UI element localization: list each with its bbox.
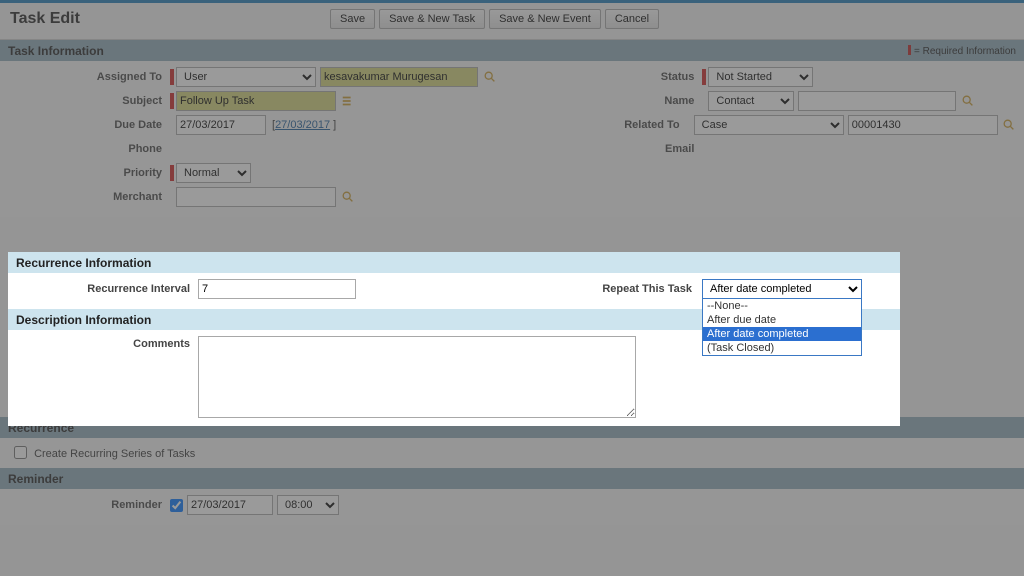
recurrence-interval-input[interactable] — [198, 279, 356, 299]
create-series-label[interactable]: Create Recurring Series of Tasks — [14, 448, 195, 460]
label-recurrence-interval: Recurrence Interval — [16, 283, 198, 295]
section-recurrence-information: Recurrence Information — [8, 252, 900, 273]
repeat-this-task-select[interactable]: After date completed — [702, 279, 862, 299]
required-note: = Required Information — [908, 45, 1016, 57]
label-status: Status — [562, 71, 702, 83]
assigned-to-input[interactable] — [320, 67, 478, 87]
repeat-option-after-completed[interactable]: After date completed — [703, 327, 861, 341]
label-priority: Priority — [8, 167, 170, 179]
label-due-date: Due Date — [8, 119, 170, 131]
lookup-icon[interactable] — [482, 69, 498, 85]
section-title-description-info: Description Information — [16, 313, 151, 327]
priority-select[interactable]: Normal — [176, 163, 251, 183]
save-button[interactable]: Save — [330, 9, 375, 29]
status-select[interactable]: Not Started — [708, 67, 813, 87]
create-series-checkbox[interactable] — [14, 446, 27, 459]
section-title-recurrence-info: Recurrence Information — [16, 256, 151, 270]
comments-textarea[interactable] — [198, 336, 636, 418]
section-title-task-info: Task Information — [8, 44, 104, 58]
save-new-event-button[interactable]: Save & New Event — [489, 9, 601, 29]
reminder-date-input[interactable] — [187, 495, 273, 515]
section-task-information: Task Information = Required Information — [0, 40, 1024, 61]
label-subject: Subject — [8, 95, 170, 107]
label-related-to: Related To — [562, 119, 687, 131]
lookup-icon[interactable] — [1002, 117, 1016, 133]
page-title: Task Edit — [10, 10, 330, 28]
lookup-icon[interactable] — [340, 189, 356, 205]
repeat-option-none[interactable]: --None-- — [703, 299, 861, 313]
repeat-options-dropdown[interactable]: --None-- After due date After date compl… — [702, 298, 862, 356]
related-type-select[interactable]: Case — [694, 115, 844, 135]
related-to-input[interactable] — [848, 115, 998, 135]
due-date-link[interactable]: 27/03/2017 — [275, 119, 330, 131]
assigned-type-select[interactable]: User — [176, 67, 316, 87]
label-assigned-to: Assigned To — [8, 71, 170, 83]
label-comments: Comments — [16, 336, 198, 350]
name-input[interactable] — [798, 91, 956, 111]
label-phone: Phone — [8, 143, 170, 155]
section-reminder: Reminder — [0, 468, 1024, 489]
label-email: Email — [562, 143, 702, 155]
name-type-select[interactable]: Contact — [708, 91, 794, 111]
label-merchant: Merchant — [8, 191, 170, 203]
label-name: Name — [562, 95, 702, 107]
merchant-input[interactable] — [176, 187, 336, 207]
repeat-option-task-closed[interactable]: (Task Closed) — [703, 341, 861, 355]
subject-combo-icon[interactable] — [340, 93, 356, 109]
label-reminder: Reminder — [8, 499, 170, 511]
cancel-button[interactable]: Cancel — [605, 9, 659, 29]
reminder-time-select[interactable]: 08:00 — [277, 495, 339, 515]
section-title-reminder: Reminder — [8, 472, 63, 486]
label-repeat-this-task: Repeat This Task — [602, 283, 692, 295]
save-new-task-button[interactable]: Save & New Task — [379, 9, 485, 29]
subject-input[interactable] — [176, 91, 336, 111]
due-date-input[interactable] — [176, 115, 266, 135]
reminder-checkbox[interactable] — [170, 499, 183, 512]
repeat-option-after-due[interactable]: After due date — [703, 313, 861, 327]
lookup-icon[interactable] — [960, 93, 976, 109]
